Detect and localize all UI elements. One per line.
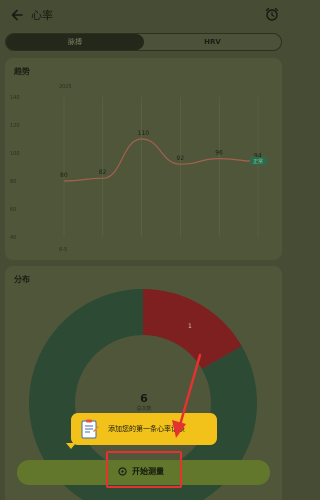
clipboard-icon <box>81 419 99 439</box>
heart-pulse-icon <box>118 467 127 476</box>
total-count: 6 <box>140 392 148 405</box>
tooltip-text: 添加您的第一条心率记录 <box>108 425 185 433</box>
slice-label: 1 <box>188 323 192 330</box>
tooltip-pointer <box>66 443 76 449</box>
start-measure-label[interactable]: 开始测量 <box>132 466 164 477</box>
onboarding-tooltip: 添加您的第一条心率记录 <box>71 413 217 445</box>
total-count-label: 总次数 <box>136 406 152 412</box>
